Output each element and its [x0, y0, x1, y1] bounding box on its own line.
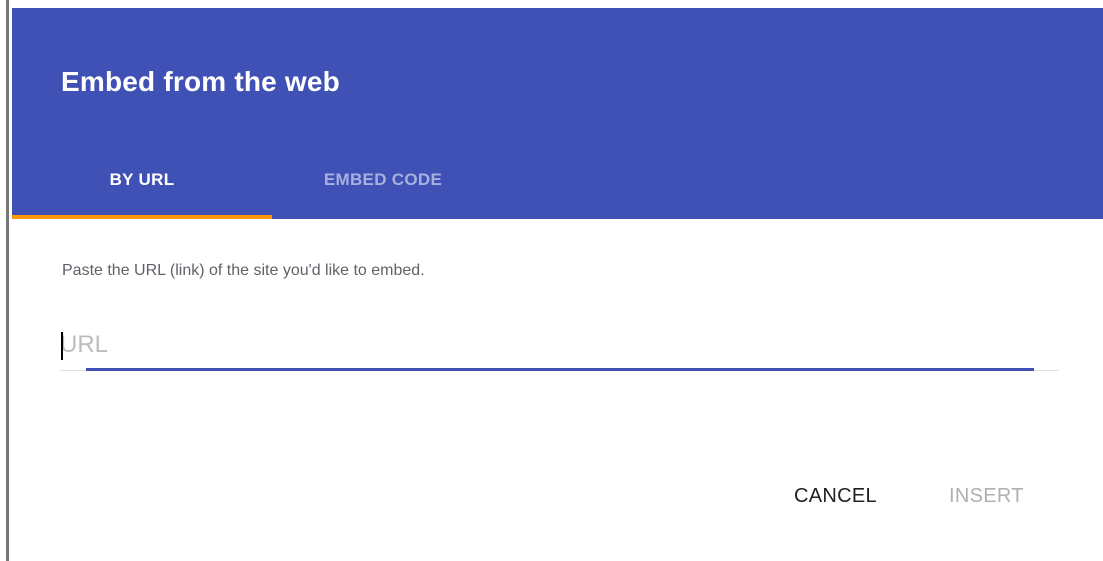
tab-embed-code-label: EMBED CODE	[323, 170, 443, 189]
cancel-button[interactable]: CANCEL	[794, 476, 877, 516]
dialog-title: Embed from the web	[61, 66, 340, 97]
window-border	[6, 0, 9, 561]
tab-by-url-label: BY URL	[109, 170, 175, 189]
tab-embed-code[interactable]: EMBED CODE	[272, 157, 494, 219]
url-input-focus-underline	[86, 368, 1034, 371]
text-cursor	[61, 332, 63, 360]
url-field-container	[60, 322, 1059, 372]
insert-button[interactable]: INSERT	[949, 476, 1024, 516]
window-edge	[0, 0, 12, 561]
embed-dialog: Embed from the web BY URL EMBED CODE Pas…	[12, 0, 1103, 561]
url-instructions: Paste the URL (link) of the site you'd l…	[62, 262, 425, 279]
dialog-header: Embed from the web BY URL EMBED CODE	[12, 8, 1103, 219]
active-tab-indicator	[12, 215, 272, 219]
url-input[interactable]	[60, 322, 1050, 368]
tab-by-url[interactable]: BY URL	[12, 157, 272, 219]
